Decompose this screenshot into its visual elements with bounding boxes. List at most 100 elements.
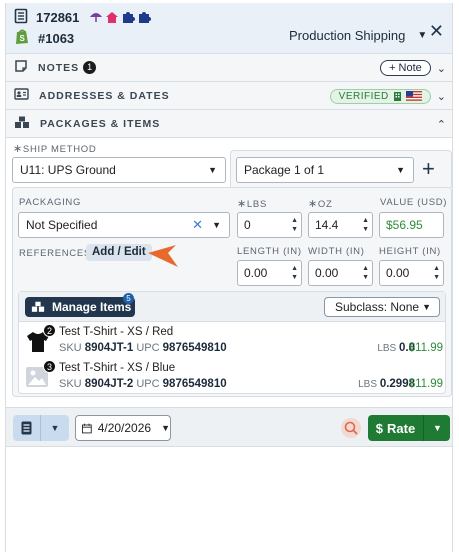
caret-down-icon: ▼	[417, 30, 428, 41]
action-bar: ▼ 4/20/2026 ▼ $ Rate ▼	[6, 407, 452, 447]
shopify-icon: S	[14, 28, 30, 48]
oz-input[interactable]: 14.4 ▲ ▼	[308, 212, 373, 238]
lbs-label: ∗LBS	[237, 198, 267, 210]
stepper-arrows-icon[interactable]: ▲ ▼	[291, 264, 298, 282]
caret-down-icon: ▼	[208, 165, 217, 175]
order-panel: 172861 S #1063 Production Shipping ▼ ✕ N…	[5, 3, 453, 552]
pointer-arrow-icon	[148, 245, 178, 267]
verified-label: VERIFIED	[338, 90, 389, 102]
verified-badge[interactable]: VERIFIED	[329, 88, 431, 104]
rate-button-group: $ Rate ▼	[368, 415, 450, 441]
subclass-select[interactable]: Subclass: None ▼	[324, 297, 440, 317]
document-icon	[14, 8, 28, 27]
addresses-section[interactable]: ADDRESSES & DATES VERIFIED ⌄	[6, 82, 452, 110]
lbs-value: 0	[244, 218, 251, 232]
caret-down-icon: ▼	[161, 423, 170, 433]
stepper-arrows-icon[interactable]: ▲ ▼	[362, 216, 369, 234]
item-weight: LBS 0.2998	[358, 378, 415, 390]
width-label: WIDTH (IN)	[308, 246, 365, 257]
order-number[interactable]: #1063	[38, 31, 74, 46]
boxes-icon	[14, 116, 30, 132]
rate-search-icon[interactable]	[340, 417, 362, 439]
puzzle-tag-icon[interactable]	[121, 11, 136, 24]
manage-items-label: Manage Items	[52, 300, 132, 314]
stepper-arrows-icon[interactable]: ▲ ▼	[433, 264, 440, 282]
length-value: 0.00	[244, 266, 268, 280]
manage-items-button[interactable]: Manage Items	[25, 297, 135, 317]
item-price: $11.99	[408, 378, 443, 390]
item-price: $11.99	[408, 342, 443, 354]
length-input[interactable]: 0.00 ▲ ▼	[237, 260, 302, 286]
stepper-arrows-icon[interactable]: ▲ ▼	[291, 216, 298, 234]
svg-text:S: S	[20, 34, 26, 43]
length-label: LENGTH (IN)	[237, 246, 302, 257]
close-icon[interactable]: ✕	[429, 21, 444, 42]
ship-date-select[interactable]: 4/20/2026 ▼	[75, 415, 171, 441]
address-card-icon	[14, 88, 29, 103]
label-button[interactable]	[13, 415, 41, 441]
lbs-input[interactable]: 0 ▲ ▼	[237, 212, 302, 238]
width-value: 0.00	[315, 266, 339, 280]
packages-label: PACKAGES & ITEMS	[40, 117, 161, 130]
package-select[interactable]: Package 1 of 1 ▼	[236, 157, 414, 183]
ship-date-value: 4/20/2026	[97, 421, 152, 435]
value-amount: $56.95	[386, 218, 423, 232]
packaging-select[interactable]: Not Specified ✕ ▼	[18, 212, 230, 238]
shipping-profile-value: Production Shipping	[289, 28, 406, 43]
ship-method-value: U11: UPS Ground	[20, 163, 116, 177]
addresses-label: ADDRESSES & DATES	[39, 89, 170, 102]
shipping-profile-select[interactable]: Production Shipping ▼	[289, 28, 427, 43]
height-label: HEIGHT (IN)	[379, 246, 441, 257]
ship-method-label: ∗SHIP METHOD	[13, 143, 97, 155]
packaging-label: PACKAGING	[19, 197, 82, 208]
rate-button[interactable]: $ Rate	[368, 415, 424, 441]
ship-method-select[interactable]: U11: UPS Ground ▼	[12, 157, 226, 183]
list-item[interactable]: 2 Test T-Shirt - XS / Red SKU 8904JT-1 U…	[19, 324, 445, 360]
order-id[interactable]: 172861	[36, 10, 79, 25]
order-number-row: S #1063	[14, 28, 74, 48]
item-name: Test T-Shirt - XS / Red	[59, 326, 174, 338]
calendar-icon	[82, 423, 92, 433]
boxes-icon	[31, 301, 45, 312]
building-icon	[393, 92, 401, 101]
stepper-arrows-icon[interactable]: ▲ ▼	[362, 264, 369, 282]
document-icon	[21, 421, 32, 435]
subclass-value: Subclass: None	[335, 300, 420, 314]
add-note-button[interactable]: + Note	[380, 60, 431, 76]
us-flag-icon	[405, 91, 422, 101]
list-item[interactable]: 3 Test T-Shirt - XS / Blue SKU 8904JT-2 …	[19, 360, 445, 396]
caret-down-icon: ▼	[212, 220, 221, 230]
tag-icons	[89, 11, 152, 24]
home-tag-icon[interactable]	[105, 11, 119, 24]
order-header: 172861 S #1063 Production Shipping ▼ ✕	[6, 3, 452, 54]
label-button-group: ▼	[13, 415, 69, 441]
dollar-icon: $	[375, 420, 384, 436]
caret-down-icon: ▼	[396, 165, 405, 175]
notes-section[interactable]: NOTES 1 + Note ⌄	[6, 54, 452, 82]
clear-icon[interactable]: ✕	[192, 213, 203, 237]
items-panel: Manage Items 5 Subclass: None ▼ 2 Test T…	[18, 291, 446, 394]
chevron-down-icon[interactable]: ⌄	[437, 62, 446, 75]
package-select-value: Package 1 of 1	[244, 163, 325, 177]
items-panel-header: Manage Items 5 Subclass: None ▼	[19, 292, 445, 322]
height-value: 0.00	[386, 266, 410, 280]
width-input[interactable]: 0.00 ▲ ▼	[308, 260, 373, 286]
add-package-button[interactable]: +	[422, 157, 435, 181]
height-input[interactable]: 0.00 ▲ ▼	[379, 260, 444, 286]
notes-label: NOTES	[38, 61, 80, 74]
value-label: VALUE (USD)	[380, 197, 448, 208]
chevron-up-icon[interactable]: ⌃	[437, 118, 446, 131]
items-count-badge: 5	[123, 293, 134, 304]
quantity-badge: 3	[43, 360, 56, 373]
chevron-down-icon[interactable]: ⌄	[437, 90, 446, 103]
references-label: REFERENCES	[19, 248, 91, 259]
add-edit-references-button[interactable]: Add / Edit	[86, 244, 152, 261]
item-name: Test T-Shirt - XS / Blue	[59, 362, 176, 374]
value-input[interactable]: $56.95	[379, 212, 444, 238]
umbrella-tag-icon[interactable]	[89, 11, 103, 24]
puzzle-tag-icon[interactable]	[137, 11, 152, 24]
label-dropdown-button[interactable]: ▼	[41, 415, 69, 441]
quantity-badge: 2	[43, 324, 56, 337]
packages-section[interactable]: PACKAGES & ITEMS ⌃	[6, 110, 452, 138]
rate-dropdown-button[interactable]: ▼	[425, 415, 450, 441]
